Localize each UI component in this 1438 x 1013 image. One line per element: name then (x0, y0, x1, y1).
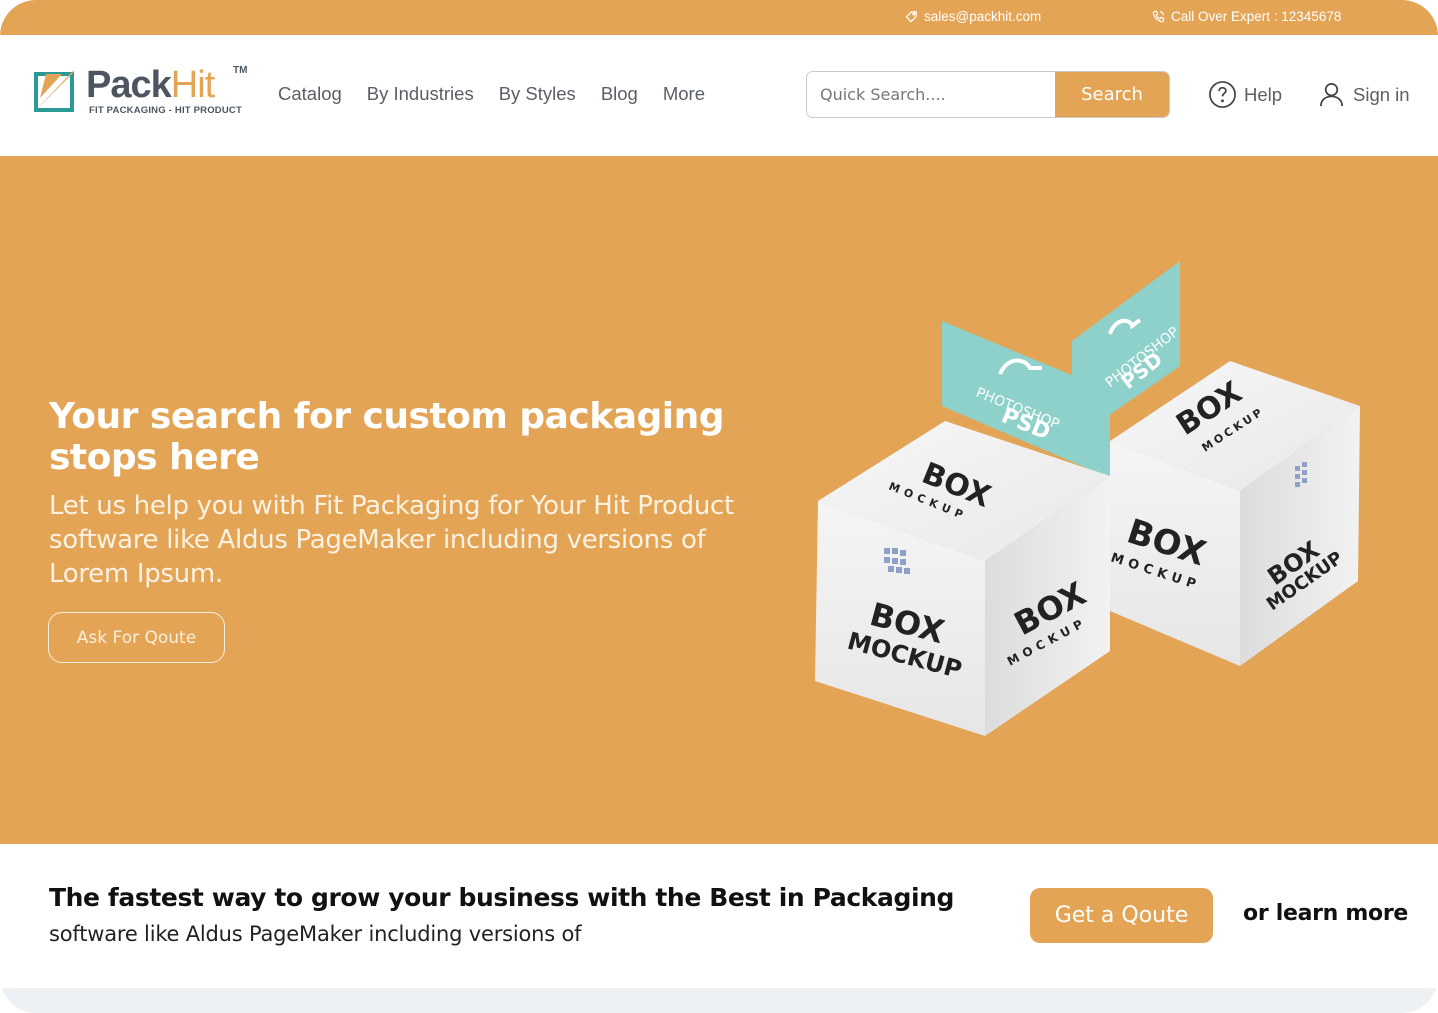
ask-for-quote-button[interactable]: Ask For Qoute (48, 612, 225, 663)
box-mockup-image: PHOTOSHOP PSD BOX MOCKUP BOX MOCKUP BOX … (815, 261, 1360, 736)
page: sales@packhit.com Call Over Expert : 123… (0, 0, 1438, 1013)
phone-icon (1152, 10, 1165, 23)
email-text: sales@packhit.com (924, 9, 1042, 24)
learn-more-link[interactable]: or learn more (1243, 901, 1408, 926)
sign-in-label: Sign in (1353, 83, 1410, 105)
logo-wordmark: PackHit (86, 64, 215, 106)
main-nav: Catalog By Industries By Styles Blog Mor… (278, 83, 730, 105)
help-link[interactable]: Help (1208, 80, 1282, 109)
user-icon (1319, 82, 1344, 107)
get-a-quote-button[interactable]: Get a Qoute (1030, 888, 1213, 943)
promo-strip: The fastest way to grow your business wi… (0, 844, 1438, 988)
packhit-logo[interactable]: PackHit TM FIT PACKAGING - HIT PRODUCT (28, 63, 253, 121)
logo-trademark: TM (233, 65, 248, 76)
help-label: Help (1244, 83, 1283, 105)
next-section-edge (0, 988, 1438, 1013)
nav-catalog[interactable]: Catalog (278, 83, 342, 105)
quick-search: Search (806, 71, 1170, 118)
sign-in-link[interactable]: Sign in (1317, 80, 1410, 109)
tag-icon (905, 11, 917, 23)
hero-section: Your search for custom packaging stops h… (0, 156, 1438, 844)
hero-title: Your search for custom packaging stops h… (49, 396, 725, 478)
hero-text: Let us help you with Fit Packaging for Y… (49, 491, 734, 589)
nav-by-industries[interactable]: By Industries (367, 83, 474, 105)
search-input[interactable] (807, 72, 1055, 117)
logo-mark-icon (34, 70, 75, 112)
top-contact-bar: sales@packhit.com Call Over Expert : 123… (0, 0, 1438, 35)
site-header: PackHit TM FIT PACKAGING - HIT PRODUCT C… (0, 35, 1438, 156)
logo-tagline: FIT PACKAGING - HIT PRODUCT (89, 105, 242, 116)
nav-blog[interactable]: Blog (601, 83, 638, 105)
nav-more[interactable]: More (663, 83, 705, 105)
nav-by-styles[interactable]: By Styles (499, 83, 576, 105)
promo-subtitle: software like Aldus PageMaker including … (49, 922, 582, 946)
promo-title: The fastest way to grow your business wi… (49, 883, 955, 912)
question-circle-icon (1209, 81, 1236, 108)
phone-text: Call Over Expert : 12345678 (1171, 9, 1342, 24)
search-button[interactable]: Search (1055, 72, 1169, 117)
email-link[interactable]: sales@packhit.com (905, 9, 1041, 24)
phone-link[interactable]: Call Over Expert : 12345678 (1152, 9, 1341, 24)
